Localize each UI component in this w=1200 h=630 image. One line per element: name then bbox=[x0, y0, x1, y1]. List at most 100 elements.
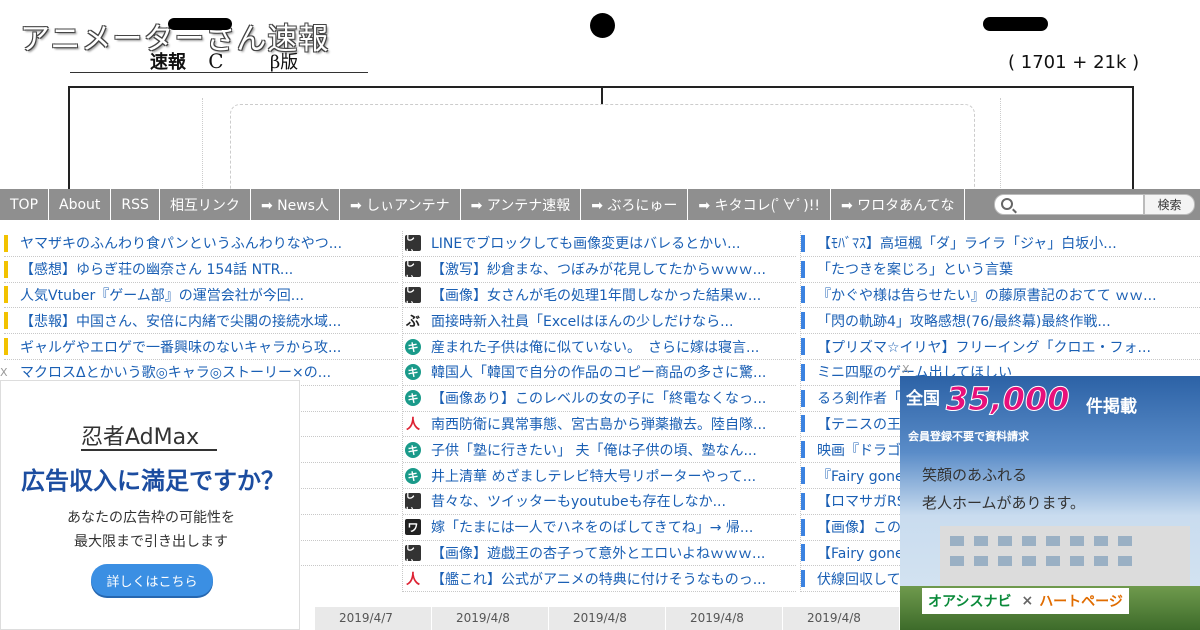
article-link[interactable]: 【艦これ】公式がアニメの特典に付けそうなものっ... bbox=[431, 569, 766, 589]
article-row: 【プリズマ☆イリヤ】フリーイング「クロエ・フォ... bbox=[801, 334, 1200, 360]
article-row: 人気Vtuber『ゲーム部』の運営会社が今回... bbox=[4, 283, 398, 309]
article-link[interactable]: 産まれた子供は俺に似ていない。 さらに嫁は寝言... bbox=[431, 337, 759, 357]
article-link[interactable]: 「たつきを案じろ」という言葉 bbox=[817, 259, 1013, 279]
article-link[interactable]: 子供「塾に行きたい」 夫「俺は子供の頃、塾なん... bbox=[431, 440, 757, 460]
ad-close-button[interactable]: X bbox=[0, 366, 12, 379]
article-link[interactable]: 「閃の軌跡4」攻略感想(76/最終幕)最終作戦... bbox=[817, 311, 1111, 331]
date-label: 2019/4/8 bbox=[432, 607, 549, 630]
article-link[interactable]: 【ﾓﾊﾞﾏｽ】高垣楓「ダ」ライラ「ジャ」白坂小... bbox=[817, 233, 1117, 253]
nav-mutual-links[interactable]: 相互リンク bbox=[160, 189, 251, 220]
search-input[interactable] bbox=[994, 194, 1144, 215]
red-site-icon: 人 bbox=[406, 416, 420, 433]
ad-text: あなたの広告枠の可能性を bbox=[67, 510, 235, 526]
shii-site-icon: しぃ bbox=[405, 232, 421, 258]
article-link[interactable]: 【画像あり】このレベルの女の子に「終電なくなっ... bbox=[431, 388, 766, 408]
article-link[interactable]: 【悲報】中国さん、安倍に内緒で尖閣の接続水域... bbox=[20, 311, 341, 331]
article-row: 【感想】ゆらぎ荘の幽奈さん 154話 NTR... bbox=[4, 257, 398, 283]
article-link[interactable]: 人気Vtuber『ゲーム部』の運営会社が今回... bbox=[20, 285, 304, 305]
article-link[interactable]: 【プリズマ☆イリヤ】フリーイング「クロエ・フォ... bbox=[817, 337, 1151, 357]
date-label: 2019/4/8 bbox=[549, 607, 666, 630]
marker-bar bbox=[801, 518, 805, 536]
main-nav: TOP About RSS 相互リンク ➡ News人 ➡ しぃアンテナ ➡ ア… bbox=[0, 189, 1200, 220]
article-link[interactable]: 【ロマサガRS bbox=[817, 491, 906, 511]
article-link[interactable]: 嫁「たまには一人でハネをのばしてきてね」→ 帰... bbox=[431, 517, 753, 537]
article-link[interactable]: 昔々な、ツイッターもyoutubeも存在しなか... bbox=[431, 491, 726, 511]
marker-bar bbox=[801, 415, 805, 433]
marker-bar bbox=[801, 441, 805, 459]
marker-bar bbox=[4, 338, 8, 356]
teal-site-icon: キ bbox=[405, 441, 421, 458]
nav-rss[interactable]: RSS bbox=[111, 189, 160, 220]
ad-logo: 忍者AdMax bbox=[81, 425, 200, 450]
article-link[interactable]: 『Fairy gone bbox=[817, 466, 904, 486]
nav-kitakore[interactable]: ➡ キタコレ(ﾟ∀ﾟ)!! bbox=[688, 189, 831, 220]
article-link[interactable]: 【画像】この bbox=[817, 517, 901, 537]
date-label: 2019/4/7 bbox=[315, 607, 432, 630]
article-link[interactable]: 伏線回収して bbox=[817, 569, 901, 589]
ad-copy: 老人ホームがあります。 bbox=[922, 494, 1086, 512]
article-link[interactable]: 韓国人「韓国で自分の作品のコピー商品の多さに驚... bbox=[431, 362, 766, 382]
article-row: キ【画像あり】このレベルの女の子に「終電なくなっ... bbox=[403, 386, 796, 412]
ad-close-button[interactable]: X bbox=[902, 363, 910, 376]
ad-number: 35,000 bbox=[945, 380, 1070, 419]
marker-bar bbox=[801, 363, 805, 381]
article-link[interactable]: ヤマザキのふんわり食パンというふんわりなやつ... bbox=[20, 233, 342, 253]
ad-details-button[interactable]: 詳しくはこちら bbox=[91, 564, 213, 596]
date-label: 2019/4/8 bbox=[666, 607, 783, 630]
article-row: ヤマザキのふんわり食パンというふんわりなやつ... bbox=[4, 231, 398, 257]
teal-site-icon: キ bbox=[405, 467, 421, 484]
shii-site-icon: しぃ bbox=[405, 258, 421, 284]
subtitle-part: β版 bbox=[269, 52, 299, 73]
shii-site-icon: しぃ bbox=[405, 542, 421, 568]
teal-site-icon: キ bbox=[405, 338, 421, 355]
article-link[interactable]: るろ剣作者「 bbox=[817, 388, 901, 408]
article-link[interactable]: 『かぐや様は告らせたい』の藤原書記のおてて ｗｗ... bbox=[817, 285, 1157, 305]
search-button[interactable]: 検索 bbox=[1144, 194, 1195, 215]
marker-bar bbox=[801, 312, 805, 330]
article-row: ぶ面接時新入社員「Excelはほんの少しだけなら... bbox=[403, 308, 796, 335]
article-link[interactable]: 【画像】女さんが毛の処理1年間しなかった結果ｗ... bbox=[431, 285, 761, 305]
article-link[interactable]: 【テニスの王 bbox=[817, 414, 901, 434]
nav-buronyu[interactable]: ➡ ぶろにゅー bbox=[581, 189, 689, 220]
nav-newsjin[interactable]: ➡ News人 bbox=[251, 189, 340, 220]
marker-bar bbox=[801, 338, 805, 356]
nav-about[interactable]: About bbox=[49, 189, 112, 220]
article-link[interactable]: 【感想】ゆらぎ荘の幽奈さん 154話 NTR... bbox=[20, 259, 293, 279]
header-frame-dots bbox=[202, 98, 203, 190]
site-header: アニメーターさん速報 速報 C β版 ( 1701 + 21k ) bbox=[0, 0, 1200, 194]
article-link[interactable]: LINEでブロックしても画像変更はバレるとかい... bbox=[431, 233, 740, 253]
subtitle-part: C bbox=[208, 49, 224, 73]
article-link[interactable]: 井上清華 めざましテレビ特大号リポーターやって... bbox=[431, 466, 756, 486]
article-link[interactable]: 【激写】紗倉まな、つぼみが花見してたからｗｗｗ... bbox=[431, 259, 766, 279]
header-frame-inner bbox=[230, 104, 975, 194]
marker-bar bbox=[4, 312, 8, 330]
article-row: ワ嫁「たまには一人でハネをのばしてきてね」→ 帰... bbox=[403, 515, 796, 541]
article-row: ギャルゲやエロゲで一番興味のないキャラから攻... bbox=[4, 334, 398, 360]
article-column-middle: しぃ LINEでブロックしても画像変更はバレるとかい... しぃ 【激写】紗倉まな、つ… bbox=[402, 231, 796, 593]
marker-bar bbox=[801, 260, 805, 278]
marker-bar bbox=[801, 544, 805, 562]
nav-warota-antenna[interactable]: ➡ ワロタあんてな bbox=[831, 189, 966, 220]
ad-banner-care-home[interactable]: 全国 35,000 件掲載 会員登録不要で資料請求 笑顔のあふれる 老人ホームが… bbox=[900, 376, 1200, 630]
nav-antenna-sokuho[interactable]: ➡ アンテナ速報 bbox=[461, 189, 582, 220]
ad-banner-admax[interactable]: 忍者AdMax 広告収入に満足ですか？ あなたの広告枠の可能性を 最大限まで引き… bbox=[0, 380, 300, 630]
article-row: 「たつきを案じろ」という言葉 bbox=[801, 257, 1200, 283]
nav-shii-antenna[interactable]: ➡ しぃアンテナ bbox=[340, 189, 461, 220]
article-link[interactable]: 面接時新入社員「Excelはほんの少しだけなら... bbox=[431, 311, 733, 331]
teal-site-icon: キ bbox=[405, 364, 421, 381]
article-link[interactable]: 南西防衛に異常事態、宮古島から弾薬撤去。陸自隊... bbox=[431, 414, 766, 434]
article-row: キ井上清華 めざましテレビ特大号リポーターやって... bbox=[403, 463, 796, 489]
nav-top[interactable]: TOP bbox=[0, 189, 50, 220]
article-row: 「閃の軌跡4」攻略感想(76/最終幕)最終作戦... bbox=[801, 308, 1200, 335]
article-row: 【ﾓﾊﾞﾏｽ】高垣楓「ダ」ライラ「ジャ」白坂小... bbox=[801, 231, 1200, 257]
article-row: しぃ 【画像】女さんが毛の処理1年間しなかった結果ｗ... bbox=[403, 283, 796, 310]
ad-headline: 広告収入に満足ですか？ bbox=[21, 467, 285, 495]
visitor-counter: ( 1701 + 21k ) bbox=[1008, 52, 1140, 73]
article-link[interactable]: 映画『ドラゴ bbox=[817, 440, 901, 460]
article-row: しぃ 【激写】紗倉まな、つぼみが花見してたからｗｗｗ... bbox=[403, 257, 796, 284]
article-link[interactable]: ギャルゲやエロゲで一番興味のないキャラから攻... bbox=[20, 337, 341, 357]
article-link[interactable]: 【画像】遊戯王の杏子って意外とエロいよねｗｗｗ... bbox=[431, 543, 765, 563]
marker-bar bbox=[801, 570, 805, 588]
marker-bar bbox=[801, 286, 805, 304]
ad-suffix: 件掲載 bbox=[1086, 397, 1137, 417]
